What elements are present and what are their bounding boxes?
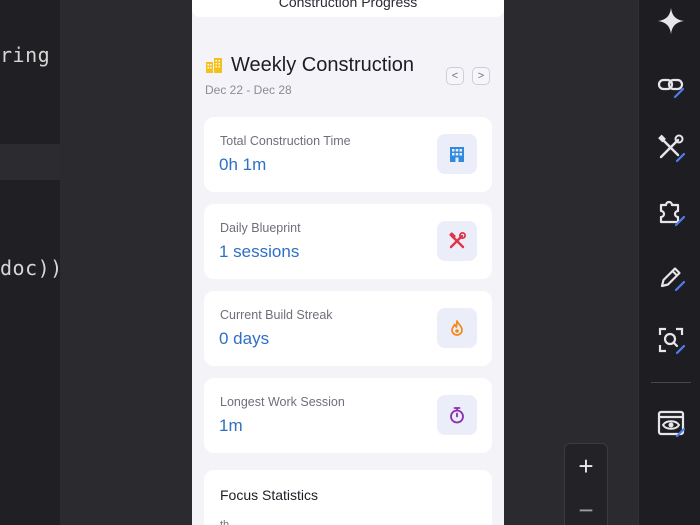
buildings-icon — [206, 58, 222, 73]
app-topbar: Construction Progress — [192, 0, 504, 17]
stat-label: Daily Blueprint — [220, 221, 301, 235]
ai-assistant-button[interactable] — [653, 3, 689, 39]
week-date-range: Dec 22 - Dec 28 — [205, 83, 292, 97]
current-line-highlight — [0, 144, 60, 180]
preview-eye-icon — [657, 410, 686, 438]
link-edit-icon — [657, 78, 685, 99]
plugin-button[interactable] — [653, 194, 689, 230]
phone-preview[interactable]: Construction Progress Weekly Constructio… — [192, 0, 504, 525]
focus-statistics-card: Focus Statistics th — [204, 470, 492, 525]
pencil-edit-icon — [660, 267, 686, 292]
inspect-edit-icon — [658, 327, 686, 355]
link-tool-button[interactable] — [653, 67, 689, 103]
chevron-right-icon: > — [477, 70, 485, 82]
tools-edit-icon — [658, 134, 686, 163]
stat-label: Current Build Streak — [220, 308, 333, 322]
zoom-in-button[interactable]: + — [565, 444, 607, 488]
stat-card-total-time: Total Construction Time 0h 1m — [204, 117, 492, 192]
code-line: ring u — [0, 43, 60, 67]
zoom-out-button[interactable]: − — [565, 488, 607, 525]
tools-button[interactable] — [653, 130, 689, 166]
edit-button[interactable] — [653, 259, 689, 295]
inspect-button[interactable] — [653, 322, 689, 358]
stat-card-daily-blueprint: Daily Blueprint 1 sessions — [204, 204, 492, 279]
code-editor-pane[interactable]: ring u doc)) — [0, 0, 60, 525]
week-header: Weekly Construction Dec 22 - Dec 28 < > — [204, 52, 492, 102]
stat-value: 1m — [219, 416, 243, 435]
code-line: doc)) — [0, 256, 60, 280]
puzzle-edit-icon — [659, 200, 686, 227]
focus-statistics-subtitle: th — [220, 519, 230, 525]
chevron-left-icon: < — [451, 70, 459, 82]
stat-icon-box — [437, 395, 477, 435]
focus-statistics-title: Focus Statistics — [220, 487, 319, 503]
plus-icon: + — [578, 450, 594, 481]
stat-value: 1 sessions — [219, 242, 300, 261]
app-title: Construction Progress — [278, 0, 418, 10]
stat-card-build-streak: Current Build Streak 0 days — [204, 291, 492, 366]
stat-label: Total Construction Time — [220, 134, 351, 148]
hammer-wrench-icon — [449, 232, 466, 249]
zoom-controls: + − — [564, 443, 608, 525]
stat-icon-box — [437, 221, 477, 261]
stat-card-longest-session: Longest Work Session 1m — [204, 378, 492, 453]
tool-rail — [638, 0, 700, 525]
preview-button[interactable] — [653, 405, 689, 441]
stat-icon-box — [437, 308, 477, 348]
stat-value: 0 days — [219, 329, 270, 348]
stat-value: 0h 1m — [219, 155, 267, 174]
previous-week-button[interactable]: < — [446, 67, 464, 85]
stopwatch-icon — [450, 407, 464, 424]
building-icon — [450, 147, 464, 162]
rail-divider — [651, 382, 691, 383]
week-title: Weekly Construction — [231, 54, 415, 76]
preview-backdrop-left — [60, 0, 192, 525]
stat-label: Longest Work Session — [220, 395, 345, 409]
stat-icon-box — [437, 134, 477, 174]
minus-icon: − — [578, 494, 594, 525]
sparkle-icon — [658, 8, 684, 34]
flame-icon — [451, 320, 463, 336]
next-week-button[interactable]: > — [472, 67, 490, 85]
